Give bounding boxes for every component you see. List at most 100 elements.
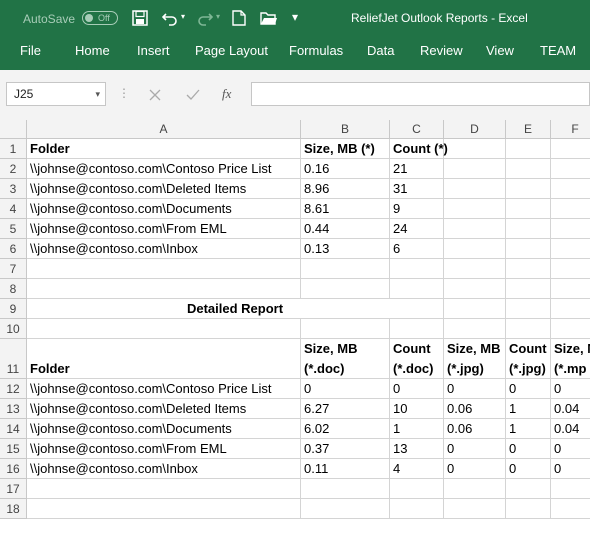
- cell-c4[interactable]: 9: [390, 199, 444, 219]
- customize-toolbar-icon[interactable]: ▾: [292, 10, 298, 24]
- spreadsheet-grid[interactable]: A B C D E F 1 Folder Size, MB (*) Count (*) 2 \\joh…: [0, 120, 590, 539]
- cell-e16[interactable]: 0: [506, 459, 551, 479]
- column-header-c[interactable]: C: [390, 120, 444, 139]
- cell-f7[interactable]: [551, 259, 590, 279]
- row-header-2[interactable]: 2: [0, 159, 27, 179]
- row-header-12[interactable]: 12: [0, 379, 27, 399]
- cell-d4[interactable]: [444, 199, 506, 219]
- cell-b10[interactable]: [301, 319, 390, 339]
- cell-a5[interactable]: \\johnse@contoso.com\From EML: [27, 219, 301, 239]
- cell-d14[interactable]: 0.06: [444, 419, 506, 439]
- save-icon[interactable]: [132, 10, 148, 31]
- cell-b13[interactable]: 6.27: [301, 399, 390, 419]
- cell-e10[interactable]: [506, 319, 551, 339]
- cell-b11[interactable]: Size, MB (*.doc): [301, 339, 390, 379]
- name-box[interactable]: J25 ▾: [6, 82, 106, 106]
- cell-e17[interactable]: [506, 479, 551, 499]
- cell-e14[interactable]: 1: [506, 419, 551, 439]
- cell-c5[interactable]: 24: [390, 219, 444, 239]
- cell-e8[interactable]: [506, 279, 551, 299]
- cell-a6[interactable]: \\johnse@contoso.com\Inbox: [27, 239, 301, 259]
- cell-e3[interactable]: [506, 179, 551, 199]
- cell-c3[interactable]: 31: [390, 179, 444, 199]
- cell-a10[interactable]: [27, 319, 301, 339]
- cell-f6[interactable]: [551, 239, 590, 259]
- row-header-1[interactable]: 1: [0, 139, 27, 159]
- cell-e13[interactable]: 1: [506, 399, 551, 419]
- cell-c2[interactable]: 21: [390, 159, 444, 179]
- cell-d6[interactable]: [444, 239, 506, 259]
- cell-d16[interactable]: 0: [444, 459, 506, 479]
- row-header-6[interactable]: 6: [0, 239, 27, 259]
- column-header-b[interactable]: B: [301, 120, 390, 139]
- formula-input[interactable]: [251, 82, 590, 106]
- cell-a2[interactable]: \\johnse@contoso.com\Contoso Price List: [27, 159, 301, 179]
- select-all-corner[interactable]: [0, 120, 27, 139]
- cell-c17[interactable]: [390, 479, 444, 499]
- cell-d12[interactable]: 0: [444, 379, 506, 399]
- cell-f1[interactable]: [551, 139, 590, 159]
- row-header-8[interactable]: 8: [0, 279, 27, 299]
- cell-c6[interactable]: 6: [390, 239, 444, 259]
- column-header-e[interactable]: E: [506, 120, 551, 139]
- cell-d2[interactable]: [444, 159, 506, 179]
- cell-c12[interactable]: 0: [390, 379, 444, 399]
- cell-a11[interactable]: Folder: [27, 339, 301, 379]
- cell-e15[interactable]: 0: [506, 439, 551, 459]
- cell-d8[interactable]: [444, 279, 506, 299]
- autosave-toggle[interactable]: Off: [82, 11, 118, 25]
- tab-team[interactable]: TEAM: [540, 43, 576, 59]
- cell-d3[interactable]: [444, 179, 506, 199]
- tab-formulas[interactable]: Formulas: [289, 43, 343, 59]
- cell-c8[interactable]: [390, 279, 444, 299]
- cell-c7[interactable]: [390, 259, 444, 279]
- cell-a17[interactable]: [27, 479, 301, 499]
- cell-f9[interactable]: [551, 299, 590, 319]
- cell-e2[interactable]: [506, 159, 551, 179]
- cell-b14[interactable]: 6.02: [301, 419, 390, 439]
- tab-file[interactable]: File: [20, 43, 41, 59]
- cell-d10[interactable]: [444, 319, 506, 339]
- redo-dropdown-icon[interactable]: ▾: [216, 12, 220, 21]
- cancel-icon[interactable]: [149, 88, 161, 106]
- row-header-4[interactable]: 4: [0, 199, 27, 219]
- row-header-11[interactable]: 11: [0, 339, 27, 379]
- tab-home[interactable]: Home: [75, 43, 110, 59]
- cell-d15[interactable]: 0: [444, 439, 506, 459]
- cell-e4[interactable]: [506, 199, 551, 219]
- cell-b5[interactable]: 0.44: [301, 219, 390, 239]
- cell-f12[interactable]: 0: [551, 379, 590, 399]
- row-header-13[interactable]: 13: [0, 399, 27, 419]
- tab-data[interactable]: Data: [367, 43, 394, 59]
- cell-c11[interactable]: Count (*.doc): [390, 339, 444, 379]
- cell-c13[interactable]: 10: [390, 399, 444, 419]
- row-header-9[interactable]: 9: [0, 299, 27, 319]
- tab-page-layout[interactable]: Page Layout: [195, 43, 268, 59]
- new-document-icon[interactable]: [232, 10, 246, 31]
- cell-b18[interactable]: [301, 499, 390, 519]
- cell-d18[interactable]: [444, 499, 506, 519]
- cell-e18[interactable]: [506, 499, 551, 519]
- cell-f11[interactable]: Size, MB (*.mp: [551, 339, 590, 379]
- enter-check-icon[interactable]: [186, 88, 200, 106]
- row-header-17[interactable]: 17: [0, 479, 27, 499]
- cell-b3[interactable]: 8.96: [301, 179, 390, 199]
- cell-a18[interactable]: [27, 499, 301, 519]
- cell-e12[interactable]: 0: [506, 379, 551, 399]
- cell-f4[interactable]: [551, 199, 590, 219]
- row-header-14[interactable]: 14: [0, 419, 27, 439]
- cell-d5[interactable]: [444, 219, 506, 239]
- cell-a15[interactable]: \\johnse@contoso.com\From EML: [27, 439, 301, 459]
- cell-b4[interactable]: 8.61: [301, 199, 390, 219]
- cell-a16[interactable]: \\johnse@contoso.com\Inbox: [27, 459, 301, 479]
- cell-c10[interactable]: [390, 319, 444, 339]
- cell-a13[interactable]: \\johnse@contoso.com\Deleted Items: [27, 399, 301, 419]
- cell-e1[interactable]: [506, 139, 551, 159]
- column-header-f[interactable]: F: [551, 120, 590, 139]
- cell-e5[interactable]: [506, 219, 551, 239]
- cell-d17[interactable]: [444, 479, 506, 499]
- row-header-15[interactable]: 15: [0, 439, 27, 459]
- redo-icon[interactable]: [197, 10, 214, 31]
- row-header-7[interactable]: 7: [0, 259, 27, 279]
- cell-b16[interactable]: 0.11: [301, 459, 390, 479]
